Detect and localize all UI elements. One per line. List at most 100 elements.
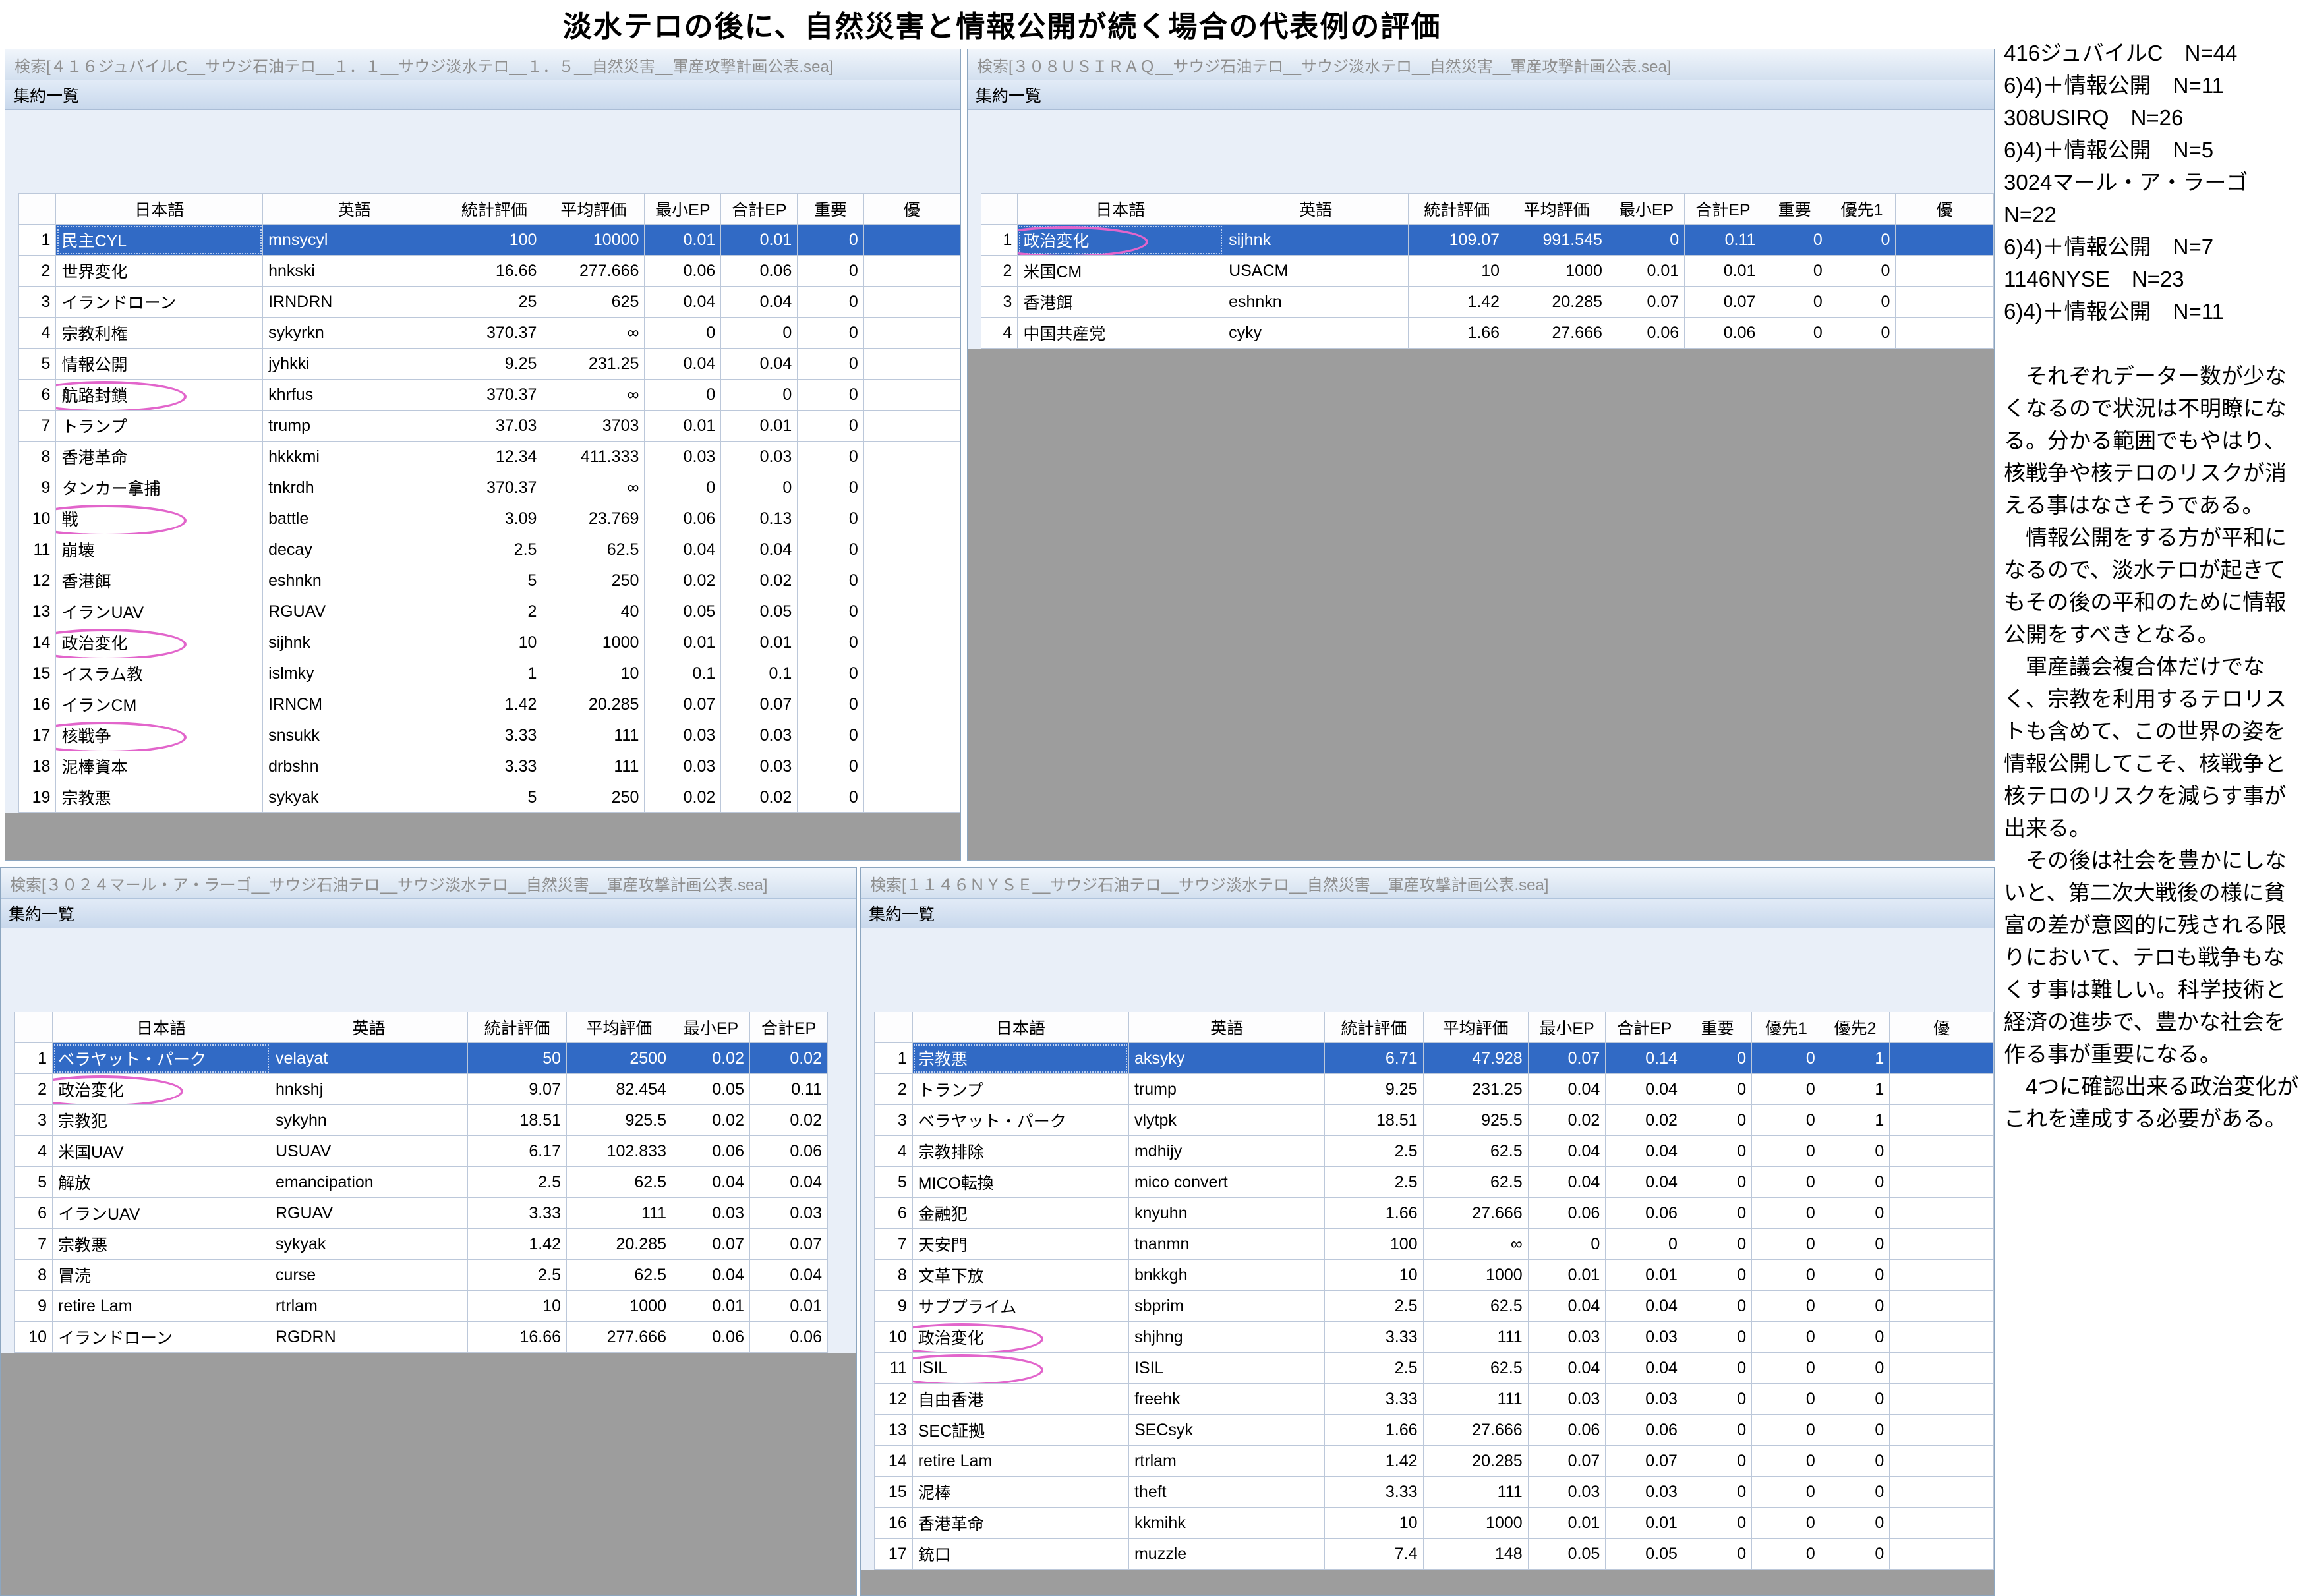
table-row[interactable]: 3香港餌eshnkn1.4220.2850.070.0700 xyxy=(981,287,1994,318)
table-row[interactable]: 1民主CYLmnsycyl100100000.010.010 xyxy=(19,225,960,256)
table-row[interactable]: 12自由香港freehk3.331110.030.03000 xyxy=(875,1384,1994,1415)
window-titlebar[interactable]: 検索[１１４６ＮＹＳＥ__サウジ石油テロ__サウジ淡水テロ__自然災害__軍産攻… xyxy=(861,868,1994,899)
column-header[interactable]: 平均評価 xyxy=(1423,1012,1528,1043)
column-header[interactable]: 合計EP xyxy=(721,194,798,225)
table-row[interactable]: 9retire Lamrtrlam1010000.010.01 xyxy=(15,1291,828,1322)
summary-list-bar[interactable]: 集約一覧 xyxy=(5,80,960,110)
table-row[interactable]: 14政治変化sijhnk1010000.010.010 xyxy=(19,627,960,658)
column-header[interactable]: 統計評価 xyxy=(446,194,542,225)
column-header[interactable]: 統計評価 xyxy=(1409,194,1505,225)
table-row[interactable]: 8香港革命hkkkmi12.34411.3330.030.030 xyxy=(19,442,960,472)
table-row[interactable]: 4宗教利権sykyrkn370.37∞000 xyxy=(19,318,960,349)
table-row[interactable]: 10政治変化shjhng3.331110.030.03000 xyxy=(875,1322,1994,1353)
column-header[interactable]: 優 xyxy=(1890,1012,1994,1043)
table-row[interactable]: 4中国共産党cyky1.6627.6660.060.0600 xyxy=(981,318,1994,349)
column-header[interactable]: 優先2 xyxy=(1821,1012,1890,1043)
table-row[interactable]: 17銃口muzzle7.41480.050.05000 xyxy=(875,1539,1994,1570)
column-header[interactable]: 平均評価 xyxy=(567,1012,672,1043)
table-row[interactable]: 1ベラヤット・パークvelayat5025000.020.02 xyxy=(15,1043,828,1074)
column-header[interactable]: 最小EP xyxy=(672,1012,750,1043)
window-titlebar[interactable]: 検索[３０２４マール・ア・ラーゴ__サウジ石油テロ__サウジ淡水テロ__自然災害… xyxy=(1,868,856,899)
table-row[interactable]: 19宗教悪sykyak52500.020.020 xyxy=(19,782,960,813)
column-header[interactable]: 合計EP xyxy=(750,1012,828,1043)
column-header[interactable]: 合計EP xyxy=(1685,194,1761,225)
table-row[interactable]: 5情報公開jyhkki9.25231.250.040.040 xyxy=(19,349,960,380)
table-row[interactable]: 3宗教犯sykyhn18.51925.50.020.02 xyxy=(15,1105,828,1136)
window-titlebar[interactable]: 検索[４１６ジュバイルC__サウジ石油テロ__１．１__サウジ淡水テロ__１．５… xyxy=(5,49,960,80)
column-header[interactable]: 英語 xyxy=(1223,194,1409,225)
column-header[interactable]: 重要 xyxy=(798,194,864,225)
table-row[interactable]: 4宗教排除mdhijy2.562.50.040.04000 xyxy=(875,1136,1994,1167)
table-row[interactable]: 5解放emancipation2.562.50.040.04 xyxy=(15,1167,828,1198)
table-row[interactable]: 2トランプtrump9.25231.250.040.04001 xyxy=(875,1074,1994,1105)
table-row[interactable]: 15泥棒theft3.331110.030.03000 xyxy=(875,1477,1994,1508)
column-header[interactable] xyxy=(875,1012,913,1043)
column-header[interactable]: 英語 xyxy=(270,1012,468,1043)
table-row[interactable]: 5MICO転換mico convert2.562.50.040.04000 xyxy=(875,1167,1994,1198)
table-row[interactable]: 9サブプライムsbprim2.562.50.040.04000 xyxy=(875,1291,1994,1322)
table-row[interactable]: 7天安門tnanmn100∞00000 xyxy=(875,1229,1994,1260)
table-row[interactable]: 14retire Lamrtrlam1.4220.2850.070.07000 xyxy=(875,1446,1994,1477)
table-row[interactable]: 17核戦争snsukk3.331110.030.030 xyxy=(19,720,960,751)
column-header[interactable] xyxy=(981,194,1018,225)
column-header[interactable]: 合計EP xyxy=(1606,1012,1683,1043)
column-header[interactable]: 優先1 xyxy=(1828,194,1896,225)
table-row[interactable]: 3イランドローンIRNDRN256250.040.040 xyxy=(19,287,960,318)
table-row[interactable]: 6航路封鎖khrfus370.37∞000 xyxy=(19,380,960,411)
summary-list-bar[interactable]: 集約一覧 xyxy=(968,80,1994,110)
table-row[interactable]: 13イランUAVRGUAV2400.050.050 xyxy=(19,596,960,627)
column-header[interactable]: 英語 xyxy=(1128,1012,1324,1043)
table-row[interactable]: 7宗教悪sykyak1.4220.2850.070.07 xyxy=(15,1229,828,1260)
column-header[interactable]: 平均評価 xyxy=(1505,194,1608,225)
table-row[interactable]: 16イランCMIRNCM1.4220.2850.070.070 xyxy=(19,689,960,720)
table-row[interactable]: 8冒涜curse2.562.50.040.04 xyxy=(15,1260,828,1291)
table-row[interactable]: 8文革下放bnkkgh1010000.010.01000 xyxy=(875,1260,1994,1291)
aggregate-table[interactable]: 日本語英語統計評価平均評価最小EP合計EP重要優先1優先2優1宗教悪aksyky… xyxy=(874,1012,1994,1570)
summary-list-bar[interactable]: 集約一覧 xyxy=(861,899,1994,928)
aggregate-table[interactable]: 日本語英語統計評価平均評価最小EP合計EP1ベラヤット・パークvelayat50… xyxy=(14,1012,828,1353)
column-header[interactable]: 最小EP xyxy=(645,194,721,225)
table-row[interactable]: 13SEC証拠SECsyk1.6627.6660.060.06000 xyxy=(875,1415,1994,1446)
table-row[interactable]: 2米国CMUSACM1010000.010.0100 xyxy=(981,256,1994,287)
column-header[interactable]: 平均評価 xyxy=(542,194,645,225)
window-titlebar[interactable]: 検索[３０８ＵＳＩＲＡＱ__サウジ石油テロ__サウジ淡水テロ__自然災害__軍産… xyxy=(968,49,1994,80)
column-header[interactable]: 重要 xyxy=(1683,1012,1751,1043)
table-row[interactable]: 4米国UAVUSUAV6.17102.8330.060.06 xyxy=(15,1136,828,1167)
column-header[interactable]: 英語 xyxy=(263,194,446,225)
table-row[interactable]: 10戦battle3.0923.7690.060.130 xyxy=(19,503,960,534)
column-header[interactable]: 重要 xyxy=(1761,194,1828,225)
column-header[interactable]: 最小EP xyxy=(1608,194,1684,225)
column-header[interactable] xyxy=(19,194,56,225)
summary-list-bar[interactable]: 集約一覧 xyxy=(1,899,856,928)
aggregate-table[interactable]: 日本語英語統計評価平均評価最小EP合計EP重要優1民主CYLmnsycyl100… xyxy=(18,193,960,813)
row-label-en: bnkkgh xyxy=(1128,1260,1324,1291)
table-row[interactable]: 11崩壊decay2.562.50.040.040 xyxy=(19,534,960,565)
column-header[interactable]: 日本語 xyxy=(912,1012,1128,1043)
table-row[interactable]: 2政治変化hnkshj9.0782.4540.050.11 xyxy=(15,1074,828,1105)
table-row[interactable]: 2世界変化hnkski16.66277.6660.060.060 xyxy=(19,256,960,287)
table-row[interactable]: 10イランドローンRGDRN16.66277.6660.060.06 xyxy=(15,1322,828,1353)
table-row[interactable]: 15イスラム教islmky1100.10.10 xyxy=(19,658,960,689)
column-header[interactable]: 統計評価 xyxy=(1325,1012,1423,1043)
aggregate-table[interactable]: 日本語英語統計評価平均評価最小EP合計EP重要優先1優1政治変化sijhnk10… xyxy=(981,193,1994,349)
column-header[interactable]: 統計評価 xyxy=(468,1012,567,1043)
column-header[interactable]: 最小EP xyxy=(1528,1012,1606,1043)
table-row[interactable]: 7トランプtrump37.0337030.010.010 xyxy=(19,411,960,442)
table-row[interactable]: 12香港餌eshnkn52500.020.020 xyxy=(19,565,960,596)
column-header[interactable]: 日本語 xyxy=(1018,194,1223,225)
table-row[interactable]: 3ベラヤット・パークvlytpk18.51925.50.020.02001 xyxy=(875,1105,1994,1136)
column-header[interactable]: 優 xyxy=(863,194,960,225)
table-row[interactable]: 9タンカー拿捕tnkrdh370.37∞000 xyxy=(19,472,960,503)
column-header[interactable]: 優 xyxy=(1896,194,1994,225)
column-header[interactable]: 日本語 xyxy=(53,1012,270,1043)
table-row[interactable]: 18泥棒資本drbshn3.331110.030.030 xyxy=(19,751,960,782)
column-header[interactable]: 優先1 xyxy=(1752,1012,1821,1043)
table-row[interactable]: 1政治変化sijhnk109.07991.54500.1100 xyxy=(981,225,1994,256)
column-header[interactable] xyxy=(15,1012,53,1043)
table-row[interactable]: 16香港革命kkmihk1010000.010.01000 xyxy=(875,1508,1994,1539)
table-row[interactable]: 11ISILISIL2.562.50.040.04000 xyxy=(875,1353,1994,1384)
table-row[interactable]: 1宗教悪aksyky6.7147.9280.070.14001 xyxy=(875,1043,1994,1074)
column-header[interactable]: 日本語 xyxy=(56,194,263,225)
table-row[interactable]: 6金融犯knyuhn1.6627.6660.060.06000 xyxy=(875,1198,1994,1229)
table-row[interactable]: 6イランUAVRGUAV3.331110.030.03 xyxy=(15,1198,828,1229)
